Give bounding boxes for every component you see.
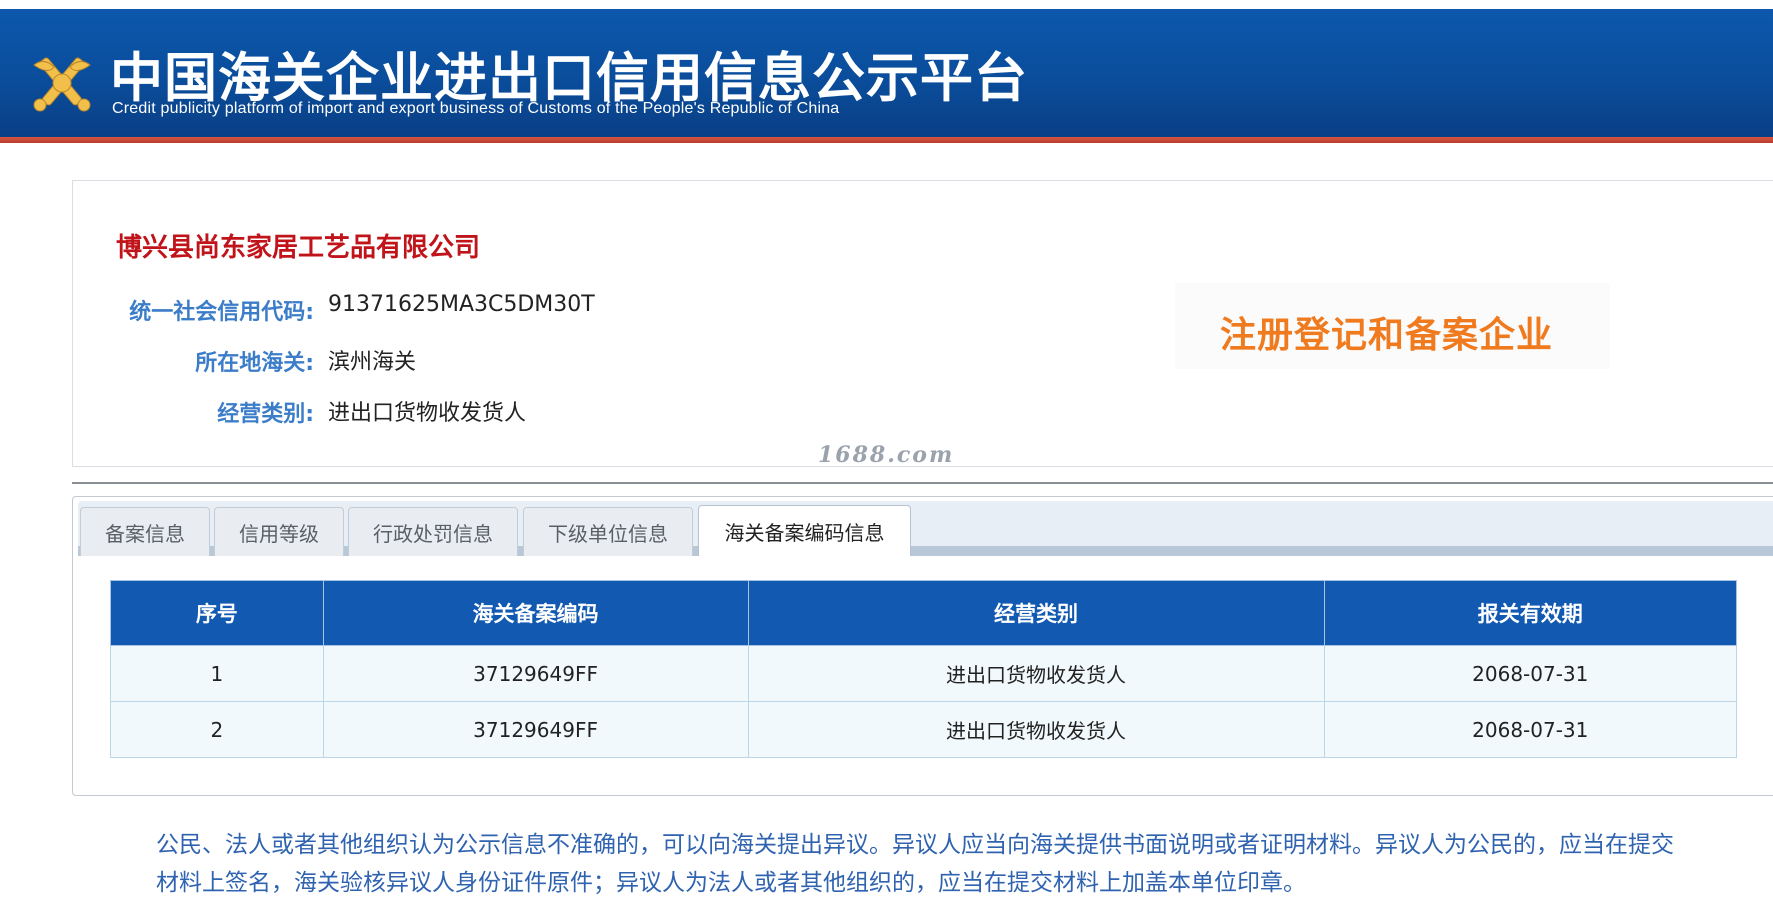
customs-emblem-icon — [33, 57, 91, 112]
cell-filing-code: 37129649FF — [322, 701, 749, 758]
cell-validity: 2068-07-31 — [1323, 701, 1738, 758]
col-header-validity: 报关有效期 — [1323, 580, 1738, 646]
objection-notice: 公民、法人或者其他组织认为公示信息不准确的，可以向海关提出异议。异议人应当向海关… — [156, 832, 1674, 896]
customs-office-label: 所在地海关: — [195, 351, 314, 376]
site-header: 中国海关企业进出口信用信息公示平台 Credit publicity platf… — [0, 9, 1773, 137]
cell-filing-code: 37129649FF — [322, 645, 749, 702]
company-name: 博兴县尚东家居工艺品有限公司 — [116, 233, 481, 263]
col-header-business-type: 经营类别 — [747, 580, 1325, 646]
col-header-index: 序号 — [110, 580, 324, 646]
registration-badge: 注册登记和备案企业 — [1220, 315, 1554, 356]
table-header-row: 序号 海关备案编码 经营类别 报关有效期 — [110, 580, 1738, 646]
table-row: 1 37129649FF 进出口货物收发货人 2068-07-31 — [110, 645, 1738, 702]
tab-customs-filing-code[interactable]: 海关备案编码信息 — [698, 505, 911, 556]
business-type-label: 经营类别: — [217, 402, 314, 427]
customs-office-value: 滨州海关 — [328, 350, 417, 375]
table-row: 2 37129649FF 进出口货物收发货人 2068-07-31 — [110, 701, 1738, 758]
cell-validity: 2068-07-31 — [1323, 645, 1738, 702]
site-subtitle: Credit publicity platform of import and … — [112, 100, 840, 117]
tab-administrative-penalty[interactable]: 行政处罚信息 — [348, 507, 518, 556]
credit-code-label: 统一社会信用代码: — [129, 300, 314, 325]
header-stripe — [0, 137, 1773, 143]
tab-subordinate-units[interactable]: 下级单位信息 — [523, 507, 693, 556]
tab-credit-rating[interactable]: 信用等级 — [214, 507, 344, 556]
cell-business-type: 进出口货物收发货人 — [747, 701, 1325, 758]
tab-filing-info[interactable]: 备案信息 — [80, 507, 210, 556]
cell-index: 1 — [110, 645, 324, 702]
cell-index: 2 — [110, 701, 324, 758]
section-divider — [72, 482, 1773, 484]
cell-business-type: 进出口货物收发货人 — [747, 645, 1325, 702]
business-type-value: 进出口货物收发货人 — [328, 401, 527, 426]
col-header-filing-code: 海关备案编码 — [322, 580, 749, 646]
filing-code-table: 序号 海关备案编码 经营类别 报关有效期 1 37129649FF 进出口货物收… — [110, 580, 1738, 758]
watermark: 1688.com — [818, 442, 955, 468]
credit-code-value: 91371625MA3C5DM30T — [328, 292, 595, 317]
